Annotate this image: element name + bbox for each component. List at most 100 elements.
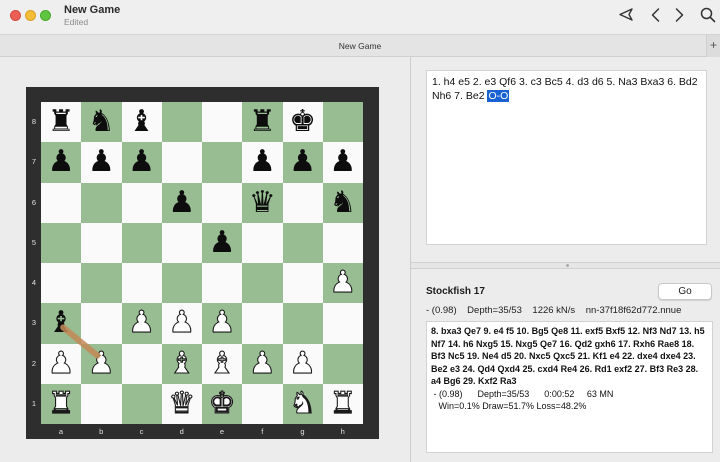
square-b7[interactable]: ♟ (81, 142, 122, 183)
square-e7[interactable] (202, 142, 243, 183)
square-d3[interactable]: ♟ (161, 303, 202, 344)
square-e2[interactable]: ♝ (202, 343, 243, 384)
square-c1[interactable] (121, 383, 162, 424)
send-button[interactable] (614, 4, 638, 26)
square-c2[interactable] (121, 343, 162, 384)
square-c4[interactable] (121, 263, 162, 304)
white-rook-piece[interactable]: ♜ (329, 388, 357, 419)
square-g6[interactable] (282, 182, 323, 223)
square-a7[interactable]: ♟ (41, 142, 82, 183)
square-g3[interactable] (282, 303, 323, 344)
black-pawn-piece[interactable]: ♟ (48, 147, 75, 177)
white-pawn-piece[interactable]: ♟ (289, 348, 317, 379)
square-h8[interactable] (322, 102, 363, 143)
square-f8[interactable]: ♜ (242, 102, 283, 143)
square-d6[interactable]: ♟ (161, 182, 202, 223)
square-a1[interactable]: ♜ (41, 383, 82, 424)
square-c6[interactable] (121, 182, 162, 223)
square-g7[interactable]: ♟ (282, 142, 323, 183)
square-e8[interactable] (202, 102, 243, 143)
square-e6[interactable] (202, 182, 243, 223)
white-pawn-piece[interactable]: ♟ (248, 348, 276, 379)
square-a4[interactable] (41, 263, 82, 304)
square-c7[interactable]: ♟ (121, 142, 162, 183)
split-divider-vertical[interactable] (410, 57, 411, 462)
square-d1[interactable]: ♛ (161, 383, 202, 424)
square-d2[interactable]: ♝ (161, 343, 202, 384)
square-h1[interactable]: ♜ (322, 383, 363, 424)
square-d4[interactable] (161, 263, 202, 304)
back-button[interactable] (644, 4, 668, 26)
square-b1[interactable] (81, 383, 122, 424)
chess-board[interactable]: ♜ ♞ ♝ ♜ ♚ ♟ ♟ ♟ ♟ ♟ ♟ ♟ ♛ ♞ ♟ ♟ ♝ ♟ ♟ ♟ ♟ ♟ ♝ ♝ ♟ ♟ ♜ ♛ ♚ ♞ ♜ (41, 102, 363, 424)
minimize-window-button[interactable] (25, 10, 36, 21)
zoom-window-button[interactable] (40, 10, 51, 21)
square-e4[interactable] (202, 263, 243, 304)
square-g4[interactable] (282, 263, 323, 304)
black-king-piece[interactable]: ♚ (289, 107, 316, 137)
square-c3[interactable]: ♟ (121, 303, 162, 344)
black-pawn-piece[interactable]: ♟ (289, 147, 316, 177)
square-a6[interactable] (41, 182, 82, 223)
square-f2[interactable]: ♟ (242, 343, 283, 384)
black-rook-piece[interactable]: ♜ (48, 107, 75, 137)
square-b3[interactable] (81, 303, 122, 344)
square-g8[interactable]: ♚ (282, 102, 323, 143)
square-b6[interactable] (81, 182, 122, 223)
square-f6[interactable]: ♛ (242, 182, 283, 223)
square-g5[interactable] (282, 222, 323, 263)
white-knight-piece[interactable]: ♞ (289, 388, 317, 419)
white-pawn-piece[interactable]: ♟ (128, 307, 156, 338)
square-d8[interactable] (161, 102, 202, 143)
split-divider-horizontal[interactable] (411, 262, 720, 269)
black-pawn-piece[interactable]: ♟ (88, 147, 115, 177)
square-c8[interactable]: ♝ (121, 102, 162, 143)
close-window-button[interactable] (10, 10, 21, 21)
square-d5[interactable] (161, 222, 202, 263)
square-a2[interactable]: ♟ (41, 343, 82, 384)
square-e1[interactable]: ♚ (202, 383, 243, 424)
black-knight-piece[interactable]: ♞ (329, 187, 356, 218)
add-tab-button[interactable]: + (706, 35, 720, 57)
white-pawn-piece[interactable]: ♟ (208, 307, 236, 338)
square-e5[interactable]: ♟ (202, 222, 243, 263)
white-pawn-piece[interactable]: ♟ (87, 348, 115, 379)
square-f4[interactable] (242, 263, 283, 304)
move-list[interactable]: 1. h4 e5 2. e3 Qf6 3. c3 Bc5 4. d3 d6 5.… (426, 70, 707, 245)
black-knight-piece[interactable]: ♞ (88, 107, 115, 137)
black-bishop-piece[interactable]: ♝ (128, 107, 155, 137)
black-pawn-piece[interactable]: ♟ (128, 147, 155, 177)
square-a8[interactable]: ♜ (41, 102, 82, 143)
black-bishop-piece[interactable]: ♝ (48, 308, 75, 338)
square-f1[interactable] (242, 383, 283, 424)
square-f5[interactable] (242, 222, 283, 263)
white-pawn-piece[interactable]: ♟ (168, 307, 196, 338)
square-h7[interactable]: ♟ (322, 142, 363, 183)
white-pawn-piece[interactable]: ♟ (329, 267, 357, 298)
forward-button[interactable] (667, 4, 691, 26)
square-h4[interactable]: ♟ (322, 263, 363, 304)
square-h2[interactable] (322, 343, 363, 384)
square-b8[interactable]: ♞ (81, 102, 122, 143)
white-queen-piece[interactable]: ♛ (168, 388, 196, 419)
black-rook-piece[interactable]: ♜ (249, 107, 276, 137)
square-a5[interactable] (41, 222, 82, 263)
white-bishop-piece[interactable]: ♝ (208, 348, 236, 379)
square-h6[interactable]: ♞ (322, 182, 363, 223)
white-pawn-piece[interactable]: ♟ (47, 348, 75, 379)
white-bishop-piece[interactable]: ♝ (168, 348, 196, 379)
tab-new-game[interactable]: New Game (0, 41, 720, 51)
square-d7[interactable] (161, 142, 202, 183)
square-c5[interactable] (121, 222, 162, 263)
white-rook-piece[interactable]: ♜ (47, 388, 75, 419)
square-a3[interactable]: ♝ (41, 303, 82, 344)
square-h5[interactable] (322, 222, 363, 263)
square-g1[interactable]: ♞ (282, 383, 323, 424)
square-b5[interactable] (81, 222, 122, 263)
square-e3[interactable]: ♟ (202, 303, 243, 344)
black-queen-piece[interactable]: ♛ (249, 187, 276, 218)
engine-analysis-output[interactable]: 8. bxa3 Qe7 9. e4 f5 10. Bg5 Qe8 11. exf… (426, 321, 713, 453)
square-f7[interactable]: ♟ (242, 142, 283, 183)
square-g2[interactable]: ♟ (282, 343, 323, 384)
square-f3[interactable] (242, 303, 283, 344)
